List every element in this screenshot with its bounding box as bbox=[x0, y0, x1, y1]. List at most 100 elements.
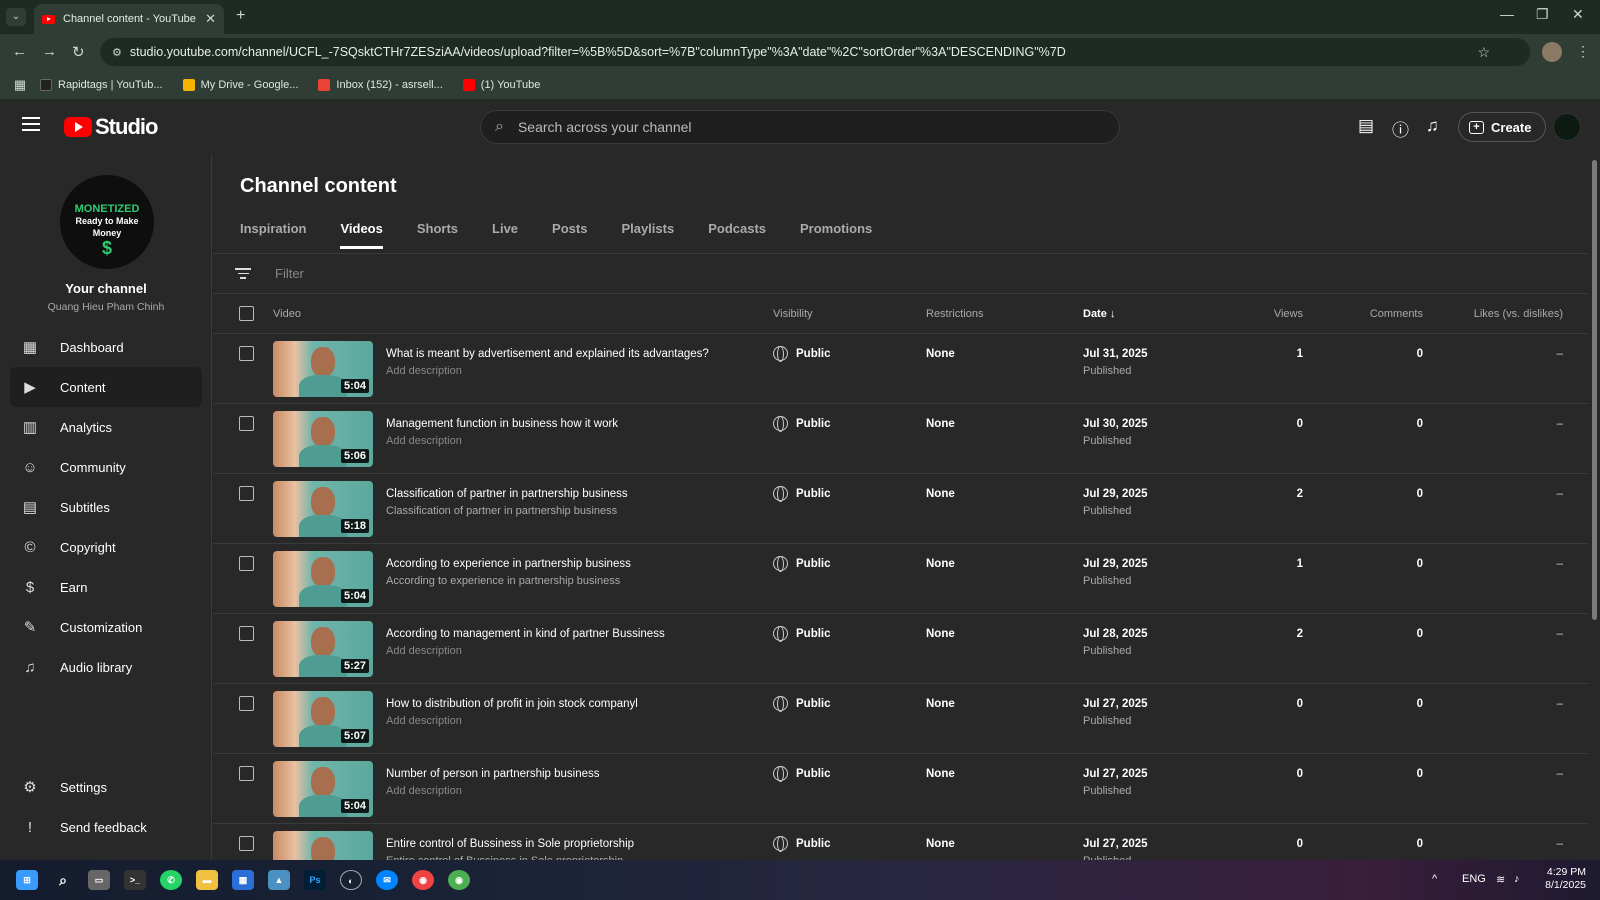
tab-posts[interactable]: Posts bbox=[552, 215, 587, 247]
row-checkbox[interactable] bbox=[239, 626, 254, 641]
sidebar-item-earn[interactable]: $ Earn bbox=[10, 567, 202, 607]
video-title[interactable]: Entire control of Bussiness in Sole prop… bbox=[386, 838, 634, 850]
sidebar-item-dashboard[interactable]: ▦ Dashboard bbox=[10, 327, 202, 367]
row-checkbox[interactable] bbox=[239, 416, 254, 431]
video-thumbnail[interactable]: 5:04 bbox=[273, 551, 373, 607]
visibility-cell[interactable]: Public bbox=[773, 346, 831, 362]
video-title[interactable]: Number of person in partnership business bbox=[386, 768, 600, 780]
sidebar-item-customization[interactable]: ✎ Customization bbox=[10, 607, 202, 647]
video-thumbnail[interactable]: 5:04 bbox=[273, 761, 373, 817]
visibility-cell[interactable]: Public bbox=[773, 556, 831, 572]
apps-grid-icon[interactable]: ▦ bbox=[0, 77, 40, 93]
terminal-icon[interactable]: >_ bbox=[124, 870, 146, 890]
video-thumbnail[interactable] bbox=[273, 831, 373, 860]
column-comments[interactable]: Comments bbox=[1363, 308, 1423, 320]
tab-shorts[interactable]: Shorts bbox=[417, 215, 458, 247]
row-checkbox[interactable] bbox=[239, 486, 254, 501]
chrome-profile-icon[interactable]: ◉ bbox=[448, 870, 470, 890]
table-row[interactable]: 5:07 How to distribution of profit in joi… bbox=[213, 684, 1588, 754]
row-checkbox[interactable] bbox=[239, 556, 254, 571]
hamburger-menu-icon[interactable] bbox=[22, 117, 40, 131]
filter-icon[interactable] bbox=[235, 265, 251, 282]
row-checkbox[interactable] bbox=[239, 696, 254, 711]
whatsapp-icon[interactable]: ✆ bbox=[160, 870, 182, 890]
video-title[interactable]: Management function in business how it w… bbox=[386, 418, 618, 430]
file-explorer-icon[interactable]: ▬ bbox=[196, 870, 218, 890]
bookmark-star-icon[interactable]: ☆ bbox=[1477, 44, 1490, 61]
windows-start-icon[interactable]: ⊞ bbox=[16, 870, 38, 890]
filter-input[interactable] bbox=[275, 266, 451, 281]
language-indicator[interactable]: ENG bbox=[1462, 873, 1486, 885]
table-row[interactable]: Entire control of Bussiness in Sole prop… bbox=[213, 824, 1588, 860]
bookmark-item[interactable]: (1) YouTube bbox=[462, 78, 540, 91]
bookmark-item[interactable]: My Drive - Google... bbox=[182, 78, 298, 91]
video-description[interactable]: Add description bbox=[386, 785, 462, 797]
wifi-icon[interactable]: ≋ bbox=[1496, 873, 1505, 886]
row-checkbox[interactable] bbox=[239, 346, 254, 361]
row-checkbox[interactable] bbox=[239, 836, 254, 851]
video-description[interactable]: Add description bbox=[386, 435, 462, 447]
photoshop-icon[interactable]: Ps bbox=[304, 870, 326, 890]
account-avatar[interactable] bbox=[1553, 113, 1581, 141]
profile-avatar[interactable] bbox=[1542, 42, 1562, 62]
table-row[interactable]: 5:18 Classification of partner in partner… bbox=[213, 474, 1588, 544]
tab-podcasts[interactable]: Podcasts bbox=[708, 215, 766, 247]
tab-promotions[interactable]: Promotions bbox=[800, 215, 872, 247]
video-title[interactable]: What is meant by advertisement and expla… bbox=[386, 348, 709, 360]
video-thumbnail[interactable]: 5:18 bbox=[273, 481, 373, 537]
video-title[interactable]: How to distribution of profit in join st… bbox=[386, 698, 638, 710]
photos-icon[interactable]: ▲ bbox=[268, 870, 290, 890]
sidebar-item-analytics[interactable]: ▥ Analytics bbox=[10, 407, 202, 447]
video-title[interactable]: According to management in kind of partn… bbox=[386, 628, 665, 640]
column-likes[interactable]: Likes (vs. dislikes) bbox=[1453, 308, 1563, 320]
select-all-checkbox[interactable] bbox=[239, 306, 254, 321]
chrome-icon[interactable]: ◉ bbox=[412, 870, 434, 890]
system-clock[interactable]: 4:29 PM 8/1/2025 bbox=[1540, 866, 1586, 892]
close-window-icon[interactable]: ✕ bbox=[1572, 6, 1584, 23]
video-thumbnail[interactable]: 5:27 bbox=[273, 621, 373, 677]
visibility-cell[interactable]: Public bbox=[773, 416, 831, 432]
search-icon[interactable]: ⌕ bbox=[52, 870, 74, 890]
video-description[interactable]: Add description bbox=[386, 715, 462, 727]
tray-chevron-up-icon[interactable]: ^ bbox=[1432, 873, 1437, 885]
help-icon[interactable]: ⓘ bbox=[1392, 116, 1409, 141]
maximize-icon[interactable]: ❐ bbox=[1536, 6, 1549, 23]
sidebar-item-subtitles[interactable]: ▤ Subtitles bbox=[10, 487, 202, 527]
address-bar[interactable]: ⚙ studio.youtube.com/channel/UCFL_-7SQsk… bbox=[100, 38, 1530, 66]
bookmark-item[interactable]: Rapidtags | YouTub... bbox=[40, 78, 163, 91]
sidebar-item-community[interactable]: ☺ Community bbox=[10, 447, 202, 487]
video-description[interactable]: Classification of partner in partnership… bbox=[386, 505, 617, 517]
visibility-cell[interactable]: Public bbox=[773, 626, 831, 642]
visibility-cell[interactable]: Public bbox=[773, 486, 831, 502]
video-thumbnail[interactable]: 5:04 bbox=[273, 341, 373, 397]
messages-icon[interactable]: ▤ bbox=[1358, 116, 1374, 136]
app-icon[interactable]: ◐ bbox=[340, 870, 362, 890]
page-scrollbar[interactable] bbox=[1592, 160, 1597, 620]
video-description[interactable]: Add description bbox=[386, 645, 462, 657]
video-title[interactable]: According to experience in partnership b… bbox=[386, 558, 631, 570]
video-description[interactable]: According to experience in partnership b… bbox=[386, 575, 620, 587]
row-checkbox[interactable] bbox=[239, 766, 254, 781]
video-thumbnail[interactable]: 5:07 bbox=[273, 691, 373, 747]
forward-arrow-icon[interactable]: → bbox=[42, 43, 57, 60]
video-thumbnail[interactable]: 5:06 bbox=[273, 411, 373, 467]
tab-inspiration[interactable]: Inspiration bbox=[240, 215, 306, 247]
store-icon[interactable]: ▦ bbox=[232, 870, 254, 890]
search-input[interactable] bbox=[517, 119, 1078, 135]
messenger-icon[interactable]: ✉ bbox=[376, 870, 398, 890]
channel-avatar[interactable]: MONETIZED Ready to Make Money $ bbox=[60, 175, 154, 269]
search-box[interactable]: ⌕ bbox=[480, 110, 1120, 144]
volume-icon[interactable]: ♪ bbox=[1514, 873, 1520, 885]
column-restrictions[interactable]: Restrictions bbox=[926, 308, 983, 320]
minimize-icon[interactable]: — bbox=[1500, 6, 1514, 22]
visibility-cell[interactable]: Public bbox=[773, 836, 831, 852]
sidebar-item-settings[interactable]: ⚙ Settings bbox=[10, 767, 202, 807]
table-row[interactable]: 5:06 Management function in business how … bbox=[213, 404, 1588, 474]
new-tab-button[interactable]: + bbox=[236, 7, 245, 25]
reload-icon[interactable]: ↻ bbox=[72, 43, 85, 61]
video-title[interactable]: Classification of partner in partnership… bbox=[386, 488, 628, 500]
table-row[interactable]: 5:04 What is meant by advertisement and e… bbox=[213, 334, 1588, 404]
task-view-icon[interactable]: ▭ bbox=[88, 870, 110, 890]
sidebar-item-copyright[interactable]: © Copyright bbox=[10, 527, 202, 567]
site-info-icon[interactable]: ⚙ bbox=[112, 46, 122, 59]
